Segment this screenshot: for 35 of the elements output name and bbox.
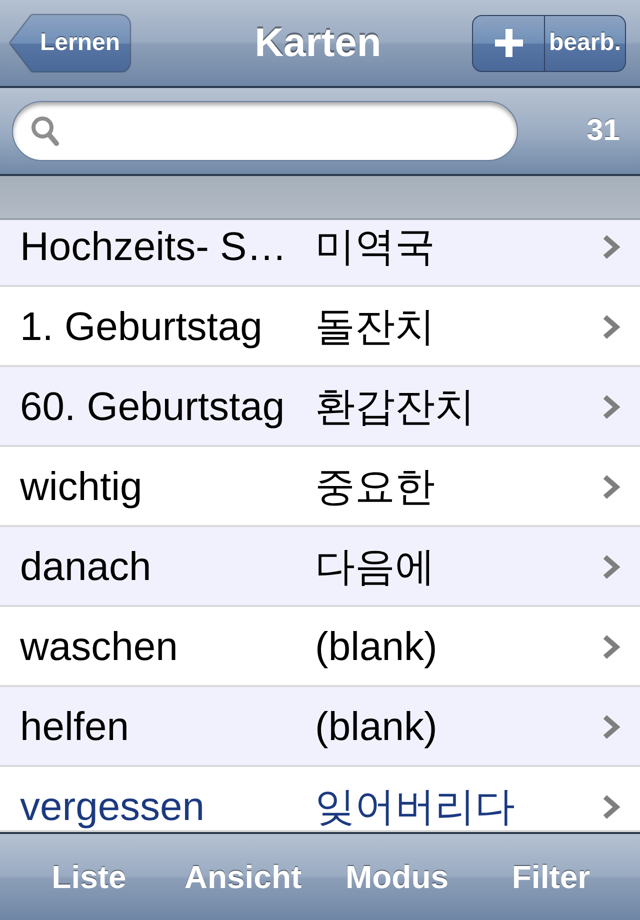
translation-text: 돌잔치	[315, 304, 436, 351]
term-text: Hochzeits- S…	[20, 224, 288, 271]
translation-text: (blank)	[315, 624, 438, 671]
term-text: waschen	[20, 624, 179, 671]
translation-text: 미역국	[315, 224, 436, 271]
term-text: 60. Geburtstag	[20, 384, 286, 431]
chevron-icon	[602, 234, 620, 260]
term-text: wichtig	[20, 464, 144, 511]
term-text: danach	[20, 544, 152, 591]
translation-text: 중요한	[315, 464, 436, 511]
card-row[interactable]: danach 다음에	[0, 527, 640, 607]
chevron-icon	[602, 554, 620, 580]
add-button[interactable]	[472, 14, 545, 72]
term-text: 1. Geburtstag	[20, 304, 264, 351]
edit-button[interactable]: bearb.	[545, 14, 626, 72]
search-icon	[31, 116, 59, 146]
chevron-icon	[602, 794, 620, 820]
translation-text: 다음에	[315, 544, 436, 591]
term-text: helfen	[20, 704, 130, 751]
plus-icon	[494, 29, 522, 57]
chevron-icon	[602, 314, 620, 340]
screen-title: Karten	[254, 23, 382, 63]
chevron-icon	[602, 634, 620, 660]
card-row[interactable]: Hochzeits- S… 미역국	[0, 220, 640, 287]
chevron-icon	[602, 714, 620, 740]
term-text: vergessen	[20, 784, 206, 830]
card-row[interactable]: helfen (blank)	[0, 687, 640, 767]
translation-text: 잊어버리다	[315, 784, 516, 830]
card-row[interactable]: 60. Geburtstag 환갑잔치	[0, 367, 640, 447]
translation-text: (blank)	[315, 704, 438, 751]
chevron-icon	[602, 474, 620, 500]
card-count: 31	[586, 114, 620, 148]
chevron-icon	[602, 394, 620, 420]
back-button[interactable]: Lernen	[10, 14, 130, 72]
translation-text: 환갑잔치	[315, 384, 476, 431]
